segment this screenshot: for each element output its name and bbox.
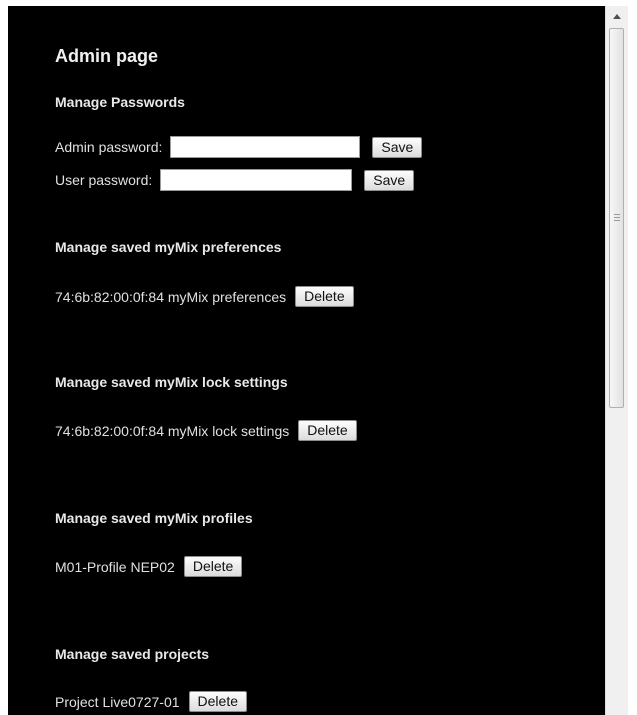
profiles-delete-button[interactable]: Delete [183, 556, 243, 577]
profiles-heading: Manage saved myMix profiles [55, 510, 253, 526]
user-password-save-button[interactable]: Save [364, 169, 415, 191]
passwords-heading: Manage Passwords [55, 94, 185, 110]
admin-password-row: Admin password: Save [55, 136, 423, 158]
preferences-list-item: 74:6b:82:00:0f:84 myMix preferences Dele… [55, 286, 354, 307]
profiles-list-item: M01-Profile NEP02 Delete [55, 556, 243, 577]
scrollbar-grip-icon [614, 214, 620, 223]
preferences-delete-button[interactable]: Delete [295, 286, 354, 307]
projects-delete-button[interactable]: Delete [188, 691, 247, 712]
lock-settings-item-label: 74:6b:82:00:0f:84 myMix lock settings [55, 422, 290, 439]
page-title: Admin page [55, 46, 159, 66]
admin-password-input[interactable] [170, 136, 361, 158]
admin-password-save-button[interactable]: Save [372, 136, 423, 158]
user-password-label: User password: [55, 172, 153, 188]
scroll-up-arrow-icon[interactable] [606, 6, 628, 26]
preferences-heading: Manage saved myMix preferences [55, 239, 282, 255]
profiles-item-label: M01-Profile NEP02 [55, 558, 175, 575]
scrollbar-thumb[interactable] [609, 28, 624, 408]
projects-heading: Manage saved projects [55, 646, 210, 662]
lock-settings-heading: Manage saved myMix lock settings [55, 374, 288, 390]
lock-settings-list-item: 74:6b:82:00:0f:84 myMix lock settings De… [55, 420, 357, 441]
lock-settings-delete-button[interactable]: Delete [298, 420, 357, 441]
projects-item-label: Project Live0727-01 [55, 693, 180, 710]
admin-page-panel: Admin page Manage Passwords Admin passwo… [8, 6, 605, 715]
user-password-row: User password: Save [55, 169, 415, 191]
projects-list-item: Project Live0727-01 Delete [55, 691, 247, 712]
preferences-item-label: 74:6b:82:00:0f:84 myMix preferences [55, 288, 287, 305]
admin-password-label: Admin password: [55, 139, 163, 155]
user-password-input[interactable] [160, 169, 353, 191]
vertical-scrollbar[interactable] [605, 6, 628, 715]
